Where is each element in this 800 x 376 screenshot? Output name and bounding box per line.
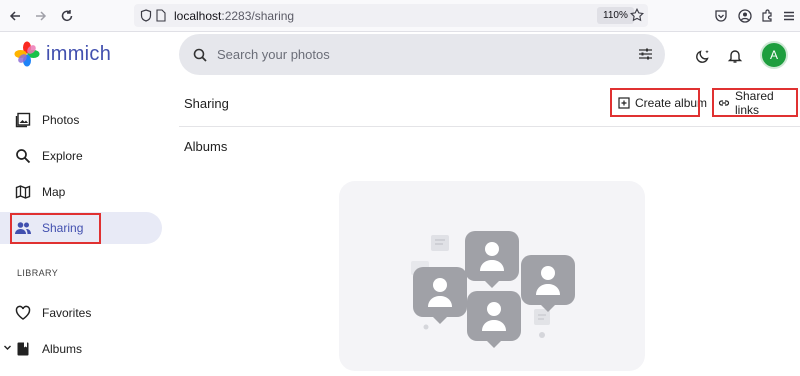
immich-logo-icon [14,41,40,67]
shared-links-button[interactable]: Shared links [718,89,800,117]
app-header: immich A [0,33,800,79]
address-bar[interactable]: localhost:2283/sharing 110% [134,4,648,27]
page-title: Sharing [184,96,229,111]
create-album-button[interactable]: Create album [618,92,707,114]
sidebar-item-favorites[interactable]: Favorites [0,297,162,329]
search-icon[interactable] [193,48,207,62]
heart-icon [14,304,32,322]
search-input[interactable] [217,47,617,62]
avatar[interactable]: A [760,41,788,69]
menu-icon[interactable] [780,7,798,25]
sidebar-item-label: Photos [42,113,80,127]
sidebar-item-label: Albums [42,342,83,356]
theme-toggle-icon[interactable] [692,45,714,67]
app-name: immich [46,42,112,65]
sidebar-item-sharing[interactable]: Sharing [0,212,162,244]
account-icon[interactable] [736,7,754,25]
pocket-icon[interactable] [712,7,730,25]
link-icon [718,97,730,109]
shared-links-label: Shared links [735,89,774,117]
album-icon [14,340,32,358]
url-host: localhost [174,8,222,23]
sidebar-item-label: Favorites [42,306,92,320]
sidebar-item-map[interactable]: Map [0,176,162,208]
reload-icon[interactable] [58,7,76,25]
sidebar-item-label: Map [42,185,66,199]
empty-state-card [339,181,645,371]
person-bubble-left [413,267,467,324]
map-icon [14,183,32,201]
photos-icon [14,111,32,129]
url-text: localhost:2283/sharing [174,9,294,23]
zoom-level[interactable]: 110% [597,7,634,24]
people-icon [14,219,32,237]
sidebar-item-albums[interactable]: Albums [0,333,162,365]
url-path: :2283/sharing [221,8,295,23]
forward-icon[interactable] [32,7,50,25]
search-icon [14,147,32,165]
person-bubble-bottom [467,291,521,348]
empty-sharing-illustration [411,231,575,348]
sidebar-item-label: Sharing [42,221,84,235]
create-album-label: Create album [635,96,708,110]
person-bubble-right [521,255,575,312]
plus-box-icon [618,97,630,109]
sidebar: Photos Explore Map Sharing LIBRARY Favor… [0,95,165,360]
back-icon[interactable] [6,7,24,25]
header-divider [179,126,800,127]
sidebar-item-explore[interactable]: Explore [0,140,162,172]
albums-heading: Albums [184,139,228,154]
chevron-down-icon[interactable] [3,343,12,352]
bookmark-star-icon[interactable] [630,7,644,27]
sidebar-item-photos[interactable]: Photos [0,104,162,136]
search-filter-icon[interactable] [638,47,653,61]
search-bar[interactable] [179,34,665,75]
extensions-icon[interactable] [758,7,776,25]
immich-logo[interactable]: immich [14,41,111,67]
library-heading: LIBRARY [17,268,59,278]
person-bubble-top [465,231,519,288]
shield-icon [140,9,152,27]
sidebar-item-label: Explore [42,149,83,163]
bell-icon[interactable] [724,45,746,67]
page-icon [156,9,166,27]
